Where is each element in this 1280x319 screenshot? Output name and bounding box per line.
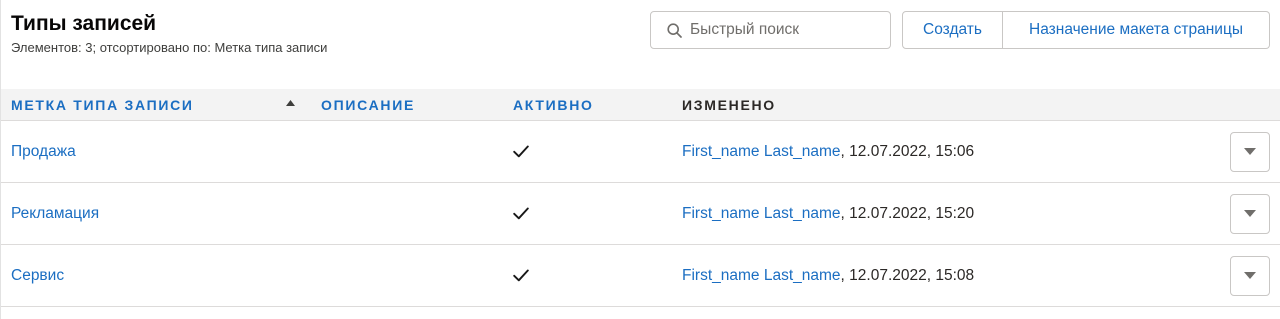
quick-search[interactable] — [650, 11, 891, 49]
record-type-link[interactable]: Продажа — [11, 143, 76, 161]
checkmark-icon — [513, 207, 529, 220]
arrow-up-icon — [286, 100, 295, 106]
record-type-label-cell: Рекламация — [0, 183, 310, 244]
table-row: Рекламация First_name Last_name, 12.07.2… — [0, 183, 1280, 245]
modified-by-link[interactable]: First_name Last_name — [682, 205, 841, 222]
record-types-table: МЕТКА ТИПА ЗАПИСИ ОПИСАНИЕ АКТИВНО ИЗМЕН… — [0, 89, 1280, 307]
modified-cell: First_name Last_name, 12.07.2022, 15:20 — [671, 183, 1220, 244]
active-cell — [502, 245, 671, 306]
column-header-description[interactable]: ОПИСАНИЕ — [310, 89, 502, 120]
table-row: Продажа First_name Last_name, 12.07.2022… — [0, 121, 1280, 183]
modified-date: 12.07.2022, 15:20 — [849, 204, 975, 222]
column-header-text: АКТИВНО — [513, 96, 594, 113]
description-cell — [310, 245, 502, 306]
column-header-text: МЕТКА ТИПА ЗАПИСИ — [11, 96, 194, 113]
modified-text: First_name Last_name, 12.07.2022, 15:08 — [682, 267, 974, 285]
modified-cell: First_name Last_name, 12.07.2022, 15:06 — [671, 121, 1220, 182]
modified-date: 12.07.2022, 15:08 — [849, 266, 975, 284]
chevron-down-icon — [1244, 148, 1256, 155]
chevron-down-icon — [1244, 272, 1256, 279]
description-cell — [310, 121, 502, 182]
column-header-text: ИЗМЕНЕНО — [682, 96, 776, 113]
modified-text: First_name Last_name, 12.07.2022, 15:06 — [682, 143, 974, 161]
page-layout-assignment-button[interactable]: Назначение макета страницы — [1003, 11, 1270, 49]
modified-separator: , — [840, 142, 850, 160]
record-type-link[interactable]: Сервис — [11, 267, 64, 285]
checkmark-icon — [513, 269, 529, 282]
row-action-cell — [1220, 245, 1280, 306]
row-action-cell — [1220, 183, 1280, 244]
list-actions: Создать Назначение макета страницы — [902, 11, 1270, 49]
column-header-active[interactable]: АКТИВНО — [502, 89, 671, 120]
description-cell — [310, 183, 502, 244]
active-cell — [502, 121, 671, 182]
row-actions-button[interactable] — [1230, 193, 1270, 234]
search-input[interactable] — [651, 12, 890, 48]
modified-text: First_name Last_name, 12.07.2022, 15:20 — [682, 205, 974, 223]
record-types-list-view: Типы записей Элементов: 3; отсортировано… — [0, 0, 1280, 319]
active-cell — [502, 183, 671, 244]
record-type-label-cell: Продажа — [0, 121, 310, 182]
list-summary: Элементов: 3; отсортировано по: Метка ти… — [11, 40, 328, 55]
row-actions-button[interactable] — [1230, 131, 1270, 172]
row-action-cell — [1220, 121, 1280, 182]
table-row: Сервис First_name Last_name, 12.07.2022,… — [0, 245, 1280, 307]
modified-cell: First_name Last_name, 12.07.2022, 15:08 — [671, 245, 1220, 306]
modified-separator: , — [840, 266, 850, 284]
table-header: МЕТКА ТИПА ЗАПИСИ ОПИСАНИЕ АКТИВНО ИЗМЕН… — [0, 89, 1280, 121]
modified-date: 12.07.2022, 15:06 — [849, 142, 975, 160]
column-header-label[interactable]: МЕТКА ТИПА ЗАПИСИ — [0, 89, 310, 120]
row-actions-button[interactable] — [1230, 255, 1270, 296]
chevron-down-icon — [1244, 210, 1256, 217]
page-title: Типы записей — [11, 12, 157, 35]
column-header-text: ОПИСАНИЕ — [321, 96, 415, 113]
column-header-modified: ИЗМЕНЕНО — [671, 89, 1220, 120]
checkmark-icon — [513, 145, 529, 158]
column-header-actions — [1220, 89, 1280, 120]
create-button[interactable]: Создать — [902, 11, 1003, 49]
record-type-label-cell: Сервис — [0, 245, 310, 306]
modified-by-link[interactable]: First_name Last_name — [682, 143, 841, 160]
modified-by-link[interactable]: First_name Last_name — [682, 267, 841, 284]
list-header: Типы записей Элементов: 3; отсортировано… — [0, 0, 1280, 89]
record-type-link[interactable]: Рекламация — [11, 205, 99, 223]
modified-separator: , — [840, 204, 850, 222]
